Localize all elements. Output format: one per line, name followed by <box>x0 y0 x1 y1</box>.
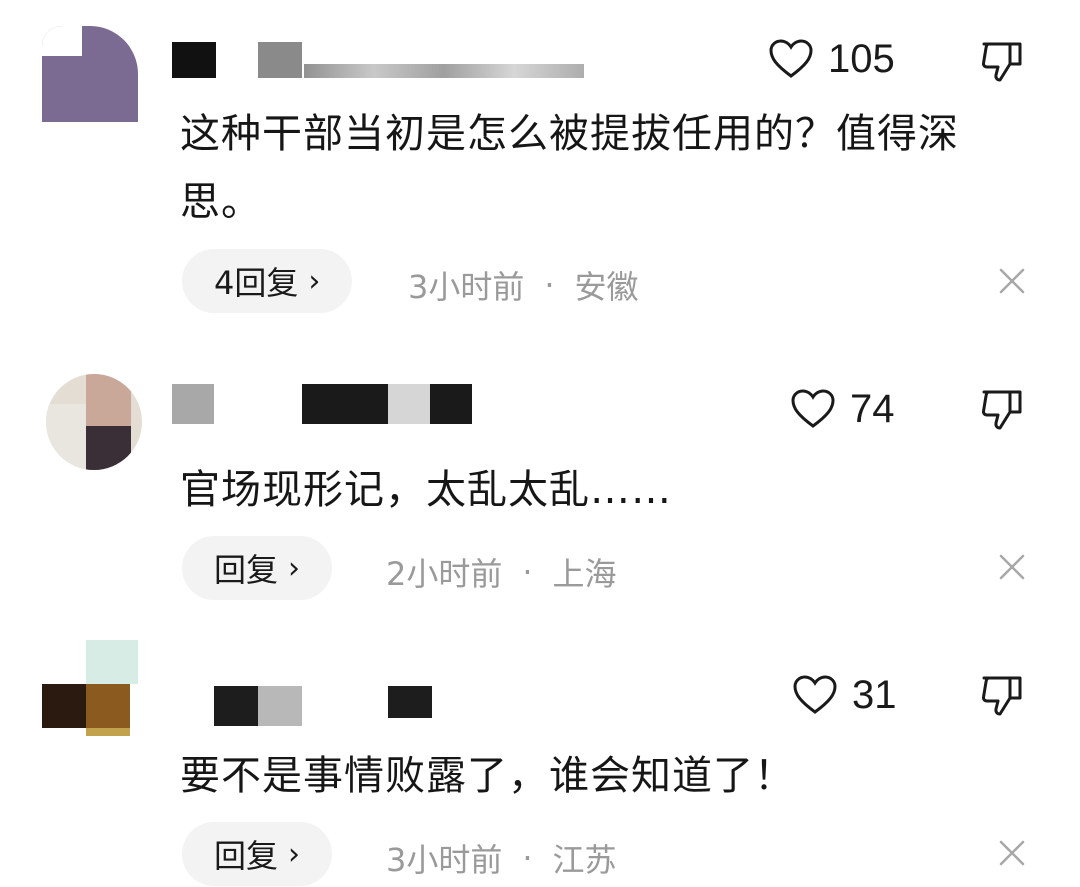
avatar[interactable] <box>46 374 142 470</box>
timestamp: 2小时前 <box>386 555 503 593</box>
close-icon[interactable] <box>997 552 1027 582</box>
separator: · <box>544 266 555 304</box>
like-count: 105 <box>828 37 895 81</box>
username[interactable] <box>172 384 492 424</box>
chevron-right-icon: › <box>308 263 321 299</box>
reply-label: 回复 <box>214 837 279 875</box>
reply-button[interactable]: 4回复 › <box>182 249 353 313</box>
like-count: 31 <box>852 673 897 717</box>
thumbs-down-icon[interactable] <box>978 672 1026 720</box>
reply-label: 回复 <box>214 551 279 589</box>
comment-meta: 2小时前 · 上海 <box>386 549 617 595</box>
reply-button[interactable]: 回复 › <box>182 822 333 886</box>
username[interactable] <box>190 686 450 726</box>
comment-text: 这种干部当初是怎么被提拔任用的？值得深思。 <box>180 111 959 225</box>
location: 上海 <box>552 555 617 593</box>
close-icon[interactable] <box>997 838 1027 868</box>
username[interactable] <box>172 42 592 82</box>
like-button[interactable]: 31 <box>792 674 897 716</box>
thumbs-down-icon[interactable] <box>978 38 1026 86</box>
like-button[interactable]: 105 <box>768 38 895 80</box>
reply-label: 4回复 <box>214 264 299 302</box>
comment-text: 官场现形记，太乱太乱…… <box>180 467 672 513</box>
separator: · <box>522 553 533 591</box>
avatar[interactable] <box>42 640 138 736</box>
heart-outline-icon <box>793 675 837 714</box>
separator: · <box>522 839 533 877</box>
reply-button[interactable]: 回复 › <box>182 536 333 600</box>
location: 安徽 <box>574 268 639 306</box>
chevron-right-icon: › <box>288 550 301 586</box>
like-button[interactable]: 74 <box>790 388 895 430</box>
heart-outline-icon <box>769 39 813 78</box>
chevron-right-icon: › <box>288 836 301 872</box>
close-icon[interactable] <box>997 266 1027 296</box>
comment-meta: 3小时前 · 安徽 <box>408 262 639 308</box>
thumbs-down-icon[interactable] <box>978 386 1026 434</box>
comment-meta: 3小时前 · 江苏 <box>386 835 617 881</box>
like-count: 74 <box>850 387 895 431</box>
comment-text: 要不是事情败露了，谁会知道了！ <box>180 753 795 799</box>
timestamp: 3小时前 <box>386 841 503 879</box>
heart-outline-icon <box>791 389 835 428</box>
location: 江苏 <box>552 841 617 879</box>
timestamp: 3小时前 <box>408 268 525 306</box>
avatar[interactable] <box>42 26 138 122</box>
